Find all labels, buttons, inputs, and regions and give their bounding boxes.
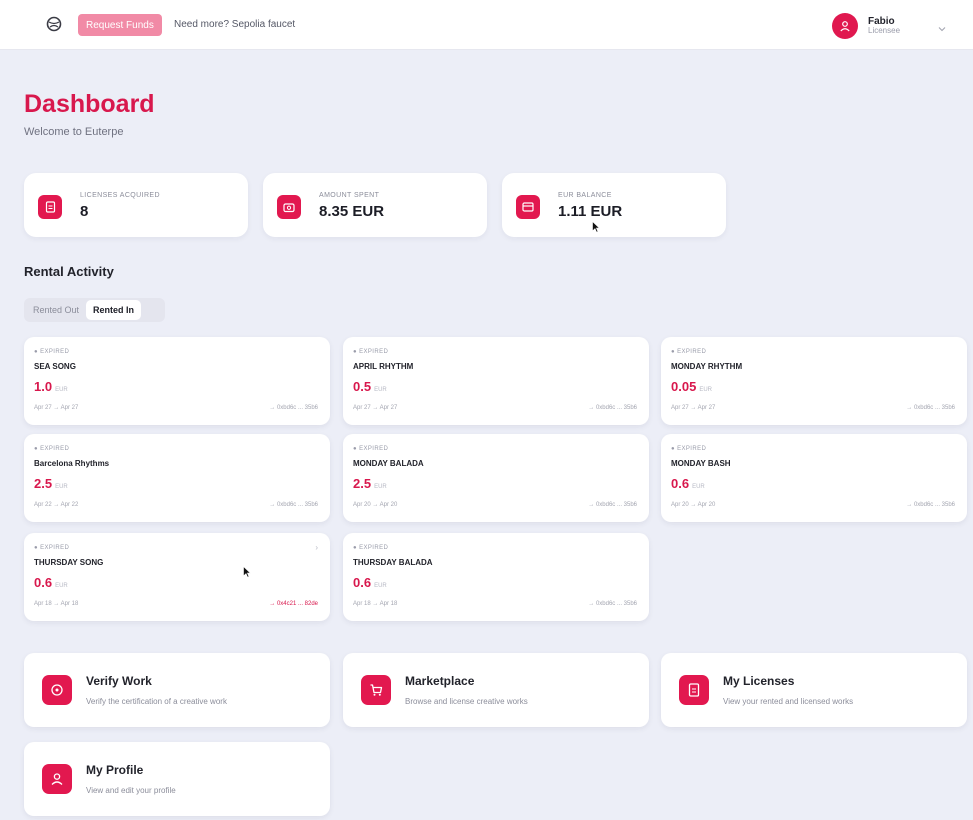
mouse-cursor-icon bbox=[243, 566, 251, 578]
rental-card[interactable]: ● EXPIRED MONDAY RHYTHM 0.05 EUR Apr 27 →… bbox=[661, 337, 967, 425]
rental-card[interactable]: ● EXPIRED THURSDAY BALADA 0.6 EUR Apr 18 … bbox=[343, 533, 649, 621]
quick-link-desc: View your rented and licensed works bbox=[723, 697, 854, 706]
rental-address: → 0xbd6c ... 35b6 bbox=[269, 502, 318, 508]
sepolia-faucet-link[interactable]: Need more? Sepolia faucet bbox=[174, 19, 295, 30]
target-icon bbox=[42, 675, 72, 705]
rental-card[interactable]: ● EXPIRED Barcelona Rhythms 2.5 EUR Apr 2… bbox=[24, 434, 330, 522]
rental-price: 2.5 EUR bbox=[353, 476, 387, 491]
rental-name: SEA SONG bbox=[34, 362, 76, 371]
rental-dates: Apr 27 → Apr 27 bbox=[353, 405, 398, 411]
rental-address: → 0xbd6c ... 35b6 bbox=[906, 502, 955, 508]
globe-icon[interactable] bbox=[44, 14, 64, 34]
chevron-down-icon[interactable] bbox=[938, 19, 946, 37]
page-subtitle: Welcome to Euterpe bbox=[24, 126, 124, 138]
rental-price: 1.0 EUR bbox=[34, 379, 68, 394]
rental-card[interactable]: ● EXPIRED MONDAY BALADA 2.5 EUR Apr 20 → … bbox=[343, 434, 649, 522]
quick-link-title: Verify Work bbox=[86, 674, 152, 688]
quick-link-title: My Licenses bbox=[723, 674, 795, 688]
rental-dates: Apr 20 → Apr 20 bbox=[353, 502, 398, 508]
stat-value: 8 bbox=[80, 203, 89, 220]
card-icon bbox=[516, 195, 540, 219]
quick-link-title: My Profile bbox=[86, 763, 144, 777]
rental-dates: Apr 22 → Apr 22 bbox=[34, 502, 79, 508]
status-badge: ● EXPIRED bbox=[34, 545, 70, 551]
user-icon bbox=[42, 764, 72, 794]
rental-price: 0.6 EUR bbox=[353, 575, 387, 590]
stat-card-licenses: LICENSES ACQUIRED 8 bbox=[24, 173, 248, 237]
stat-card-eur-balance: EUR BALANCE 1.11 EUR bbox=[502, 173, 726, 237]
request-funds-button[interactable]: Request Funds bbox=[78, 14, 162, 36]
user-role: Licensee bbox=[868, 26, 901, 36]
quick-link-desc: View and edit your profile bbox=[86, 786, 176, 795]
stat-label: AMOUNT SPENT bbox=[319, 192, 380, 199]
quick-link-title: Marketplace bbox=[405, 674, 475, 688]
document-icon bbox=[38, 195, 62, 219]
rental-dates: Apr 18 → Apr 18 bbox=[34, 601, 79, 607]
rental-activity-title: Rental Activity bbox=[24, 264, 114, 279]
stat-label: LICENSES ACQUIRED bbox=[80, 192, 160, 199]
rental-price: 2.5 EUR bbox=[34, 476, 68, 491]
status-badge: ● EXPIRED bbox=[353, 349, 389, 355]
rental-name: MONDAY BASH bbox=[671, 459, 731, 468]
rental-price: 0.5 EUR bbox=[353, 379, 387, 394]
rental-address: → 0xbd6c ... 35b6 bbox=[588, 502, 637, 508]
rental-price: 0.05 EUR bbox=[671, 379, 712, 394]
user-menu[interactable]: Fabio Licensee bbox=[832, 11, 946, 41]
rental-price: 0.6 EUR bbox=[34, 575, 68, 590]
quick-link-desc: Verify the certification of a creative w… bbox=[86, 697, 227, 706]
rental-address: → 0xbd6c ... 35b6 bbox=[269, 405, 318, 411]
rental-dates: Apr 18 → Apr 18 bbox=[353, 601, 398, 607]
rental-address: → 0xbd6c ... 35b6 bbox=[906, 405, 955, 411]
stat-value: 1.11 EUR bbox=[558, 203, 623, 220]
status-badge: ● EXPIRED bbox=[34, 446, 70, 452]
tab-rented-out[interactable]: Rented Out bbox=[26, 300, 86, 320]
status-badge: ● EXPIRED bbox=[353, 545, 389, 551]
rental-card[interactable]: ● EXPIRED SEA SONG 1.0 EUR Apr 27 → Apr 2… bbox=[24, 337, 330, 425]
wallet-icon bbox=[277, 195, 301, 219]
stat-label: EUR BALANCE bbox=[558, 192, 612, 199]
user-icon bbox=[832, 13, 858, 39]
my-profile-card[interactable]: My Profile View and edit your profile bbox=[24, 742, 330, 816]
rental-name: APRIL RHYTHM bbox=[353, 362, 414, 371]
tab-rented-in[interactable]: Rented In bbox=[86, 300, 142, 320]
rental-name: Barcelona Rhythms bbox=[34, 459, 110, 468]
stat-card-amount-spent: AMOUNT SPENT 8.35 EUR bbox=[263, 173, 487, 237]
page-title: Dashboard bbox=[24, 90, 155, 118]
marketplace-card[interactable]: Marketplace Browse and license creative … bbox=[343, 653, 649, 727]
rental-name: THURSDAY SONG bbox=[34, 558, 104, 567]
quick-link-desc: Browse and license creative works bbox=[405, 697, 528, 706]
top-bar: Request Funds Need more? Sepolia faucet … bbox=[0, 0, 973, 50]
document-icon bbox=[679, 675, 709, 705]
rental-card[interactable]: ● EXPIRED MONDAY BASH 0.6 EUR Apr 20 → Ap… bbox=[661, 434, 967, 522]
status-badge: ● EXPIRED bbox=[34, 349, 70, 355]
rental-card[interactable]: ● EXPIRED › THURSDAY SONG 0.6 EUR Apr 18 … bbox=[24, 533, 330, 621]
rental-dates: Apr 27 → Apr 27 bbox=[34, 405, 79, 411]
status-badge: ● EXPIRED bbox=[671, 446, 707, 452]
verify-work-card[interactable]: Verify Work Verify the certification of … bbox=[24, 653, 330, 727]
cart-icon bbox=[361, 675, 391, 705]
stat-value: 8.35 EUR bbox=[319, 203, 385, 220]
rental-dates: Apr 20 → Apr 20 bbox=[671, 502, 716, 508]
rental-price: 0.6 EUR bbox=[671, 476, 705, 491]
status-badge: ● EXPIRED bbox=[671, 349, 707, 355]
rental-name: MONDAY BALADA bbox=[353, 459, 424, 468]
rental-name: THURSDAY BALADA bbox=[353, 558, 433, 567]
rental-card[interactable]: ● EXPIRED APRIL RHYTHM 0.5 EUR Apr 27 → A… bbox=[343, 337, 649, 425]
status-badge: ● EXPIRED bbox=[353, 446, 389, 452]
rental-address: → 0x4c21 ... 82de bbox=[269, 601, 318, 607]
more-icon[interactable]: › bbox=[315, 543, 318, 552]
rental-tabs: Rented Out Rented In bbox=[24, 298, 165, 322]
mouse-cursor-icon bbox=[592, 221, 600, 233]
rental-address: → 0xbd6c ... 35b6 bbox=[588, 405, 637, 411]
rental-name: MONDAY RHYTHM bbox=[671, 362, 743, 371]
rental-dates: Apr 27 → Apr 27 bbox=[671, 405, 716, 411]
rental-address: → 0xbd6c ... 35b6 bbox=[588, 601, 637, 607]
my-licenses-card[interactable]: My Licenses View your rented and license… bbox=[661, 653, 967, 727]
